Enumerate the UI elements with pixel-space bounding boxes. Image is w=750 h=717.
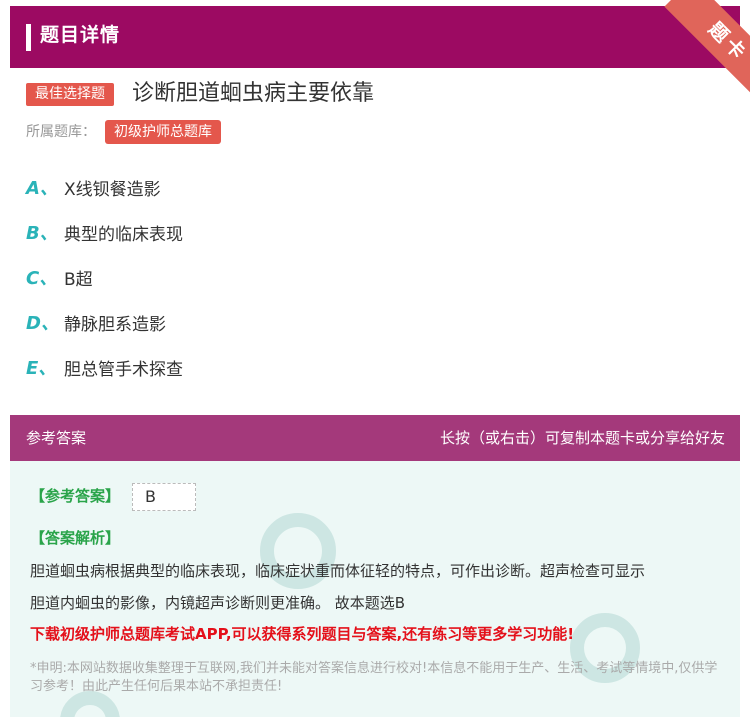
analysis-line: 胆道蛔虫病根据典型的临床表现，临床症状重而体征轻的特点，可作出诊断。超声检查可显… <box>30 562 646 580</box>
option-e[interactable]: E、 胆总管手术探查 <box>26 353 183 381</box>
option-c[interactable]: C、 B超 <box>26 263 93 291</box>
answer-body: 【参考答案】 B 【答案解析】 胆道蛔虫病根据典型的临床表现，临床症状重而体征轻… <box>10 461 740 717</box>
page-title: 题目详情 <box>40 24 121 46</box>
option-letter: B、 <box>26 223 58 244</box>
analysis-label: 【答案解析】 <box>30 529 121 547</box>
option-d[interactable]: D、 静脉胆系造影 <box>26 308 166 336</box>
option-a[interactable]: A、 X线钡餐造影 <box>26 173 161 201</box>
app-promo-link[interactable]: 下载初级护师总题库考试APP,可以获得系列题目与答案,还有练习等更多学习功能! <box>30 623 574 645</box>
answer-section-title: 参考答案 <box>26 429 87 447</box>
question-card-ribbon[interactable]: 题卡 <box>650 0 750 95</box>
option-letter: A、 <box>26 178 58 199</box>
option-b[interactable]: B、 典型的临床表现 <box>26 218 183 246</box>
header-accent-bar <box>26 24 31 51</box>
question-title: 诊断胆道蛔虫病主要依靠 <box>132 81 375 106</box>
page-header: 题目详情 <box>10 6 740 68</box>
bank-badge[interactable]: 初级护师总题库 <box>105 120 221 144</box>
option-text: 典型的临床表现 <box>64 224 183 245</box>
option-letter: E、 <box>26 358 57 379</box>
question-type-badge: 最佳选择题 <box>26 83 114 106</box>
reference-answer-label: 【参考答案】 <box>30 487 121 505</box>
share-hint: 长按（或右击）可复制本题卡或分享给好友 <box>439 429 725 447</box>
disclaimer: *申明:本网站数据收集整理于互联网,我们并未能对答案信息进行校对!本信息不能用于… <box>30 661 718 694</box>
reference-answer-value: B <box>132 483 196 511</box>
option-letter: D、 <box>26 313 59 334</box>
option-text: 胆总管手术探查 <box>64 359 183 380</box>
option-text: 静脉胆系造影 <box>64 314 166 335</box>
ribbon-label[interactable]: 题卡 <box>664 0 750 95</box>
option-text: B超 <box>64 269 93 290</box>
bank-label: 所属题库： <box>26 124 96 140</box>
option-letter: C、 <box>26 268 58 289</box>
answer-section-header: 参考答案 长按（或右击）可复制本题卡或分享给好友 <box>10 415 740 461</box>
analysis-line: 胆道内蛔虫的影像，内镜超声诊断则更准确。 故本题选B <box>30 594 406 612</box>
option-text: X线钡餐造影 <box>64 179 161 200</box>
